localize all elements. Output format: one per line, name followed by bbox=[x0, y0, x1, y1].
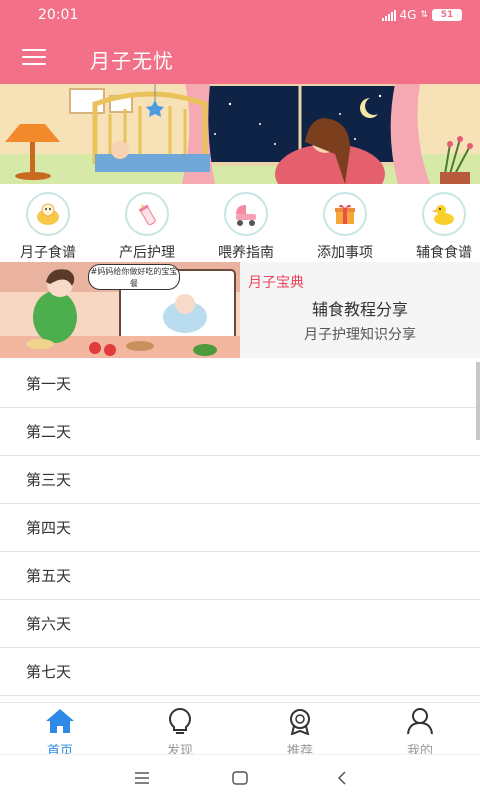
banner-image[interactable] bbox=[0, 84, 480, 184]
baby-food-icon bbox=[26, 192, 70, 236]
promo-title: 辅食教程分享 bbox=[311, 300, 408, 319]
day-list[interactable]: 第一天 第二天 第三天 第四天 第五天 第六天 第七天 bbox=[0, 360, 480, 702]
list-item[interactable]: 第三天 bbox=[0, 456, 480, 504]
quick-item-meal-recipes[interactable]: 月子食谱 bbox=[1, 192, 95, 262]
home-nav-icon[interactable] bbox=[228, 768, 252, 788]
tab-mine[interactable]: 我的 bbox=[360, 705, 480, 759]
list-item[interactable]: 第二天 bbox=[0, 408, 480, 456]
baby-bottle-icon bbox=[125, 192, 169, 236]
speech-bubble: #妈妈给你做好吃的宝宝餐 bbox=[88, 264, 180, 290]
app-bar: 月子无忧 bbox=[0, 32, 480, 84]
tab-discover[interactable]: 发现 bbox=[120, 705, 240, 759]
user-icon bbox=[407, 708, 433, 735]
scrollbar-thumb[interactable] bbox=[476, 362, 480, 440]
list-item[interactable]: 第一天 bbox=[0, 360, 480, 408]
list-item[interactable]: 第五天 bbox=[0, 552, 480, 600]
list-item[interactable]: 第七天 bbox=[0, 648, 480, 696]
tab-home[interactable]: 首页 bbox=[0, 705, 120, 759]
quick-item-complementary-food[interactable]: 辅食食谱 bbox=[397, 192, 480, 262]
signal-icon bbox=[381, 9, 396, 21]
quick-item-add-items[interactable]: 添加事项 bbox=[298, 192, 392, 262]
status-indicators: 4G ⇅ 51 bbox=[381, 8, 462, 22]
promo-card[interactable]: #妈妈给你做好吃的宝宝餐 月子宝典 辅食教程分享 月子护理知识分享 bbox=[0, 262, 480, 358]
list-item[interactable]: 第四天 bbox=[0, 504, 480, 552]
quick-item-postpartum-care[interactable]: 产后护理 bbox=[100, 192, 194, 262]
promo-image: #妈妈给你做好吃的宝宝餐 bbox=[0, 262, 240, 358]
banner-illustration bbox=[0, 84, 480, 184]
award-icon bbox=[290, 709, 310, 736]
menu-button[interactable] bbox=[22, 49, 48, 67]
lightbulb-icon bbox=[169, 707, 191, 734]
quick-item-feeding-guide[interactable]: 喂养指南 bbox=[199, 192, 293, 262]
promo-tag: 月子宝典 bbox=[248, 275, 304, 291]
home-icon bbox=[46, 709, 74, 733]
quick-item-label: 产后护理 bbox=[119, 245, 175, 261]
tab-recommend[interactable]: 推荐 bbox=[240, 705, 360, 759]
status-time: 20:01 bbox=[38, 7, 79, 23]
duck-toy-icon bbox=[422, 192, 466, 236]
back-icon[interactable] bbox=[330, 768, 354, 788]
menu-icon[interactable] bbox=[130, 768, 154, 788]
app-title: 月子无忧 bbox=[90, 49, 174, 73]
system-nav-bar bbox=[0, 754, 480, 800]
quick-item-label: 喂养指南 bbox=[218, 245, 274, 261]
status-bar: 20:01 4G ⇅ 51 bbox=[0, 0, 480, 32]
quick-item-label: 辅食食谱 bbox=[416, 245, 472, 261]
quick-menu: 月子食谱 产后护理 喂养指南 添加事项 辅食食谱 bbox=[0, 188, 480, 262]
battery-icon: 51 bbox=[432, 9, 462, 21]
network-type: 4G bbox=[399, 8, 417, 22]
quick-item-label: 添加事项 bbox=[317, 245, 373, 261]
stroller-icon bbox=[224, 192, 268, 236]
bottom-tab-bar: 首页 发现 推荐 我的 bbox=[0, 702, 480, 759]
promo-subtitle: 月子护理知识分享 bbox=[304, 327, 416, 343]
gift-box-icon bbox=[323, 192, 367, 236]
list-item[interactable]: 第六天 bbox=[0, 600, 480, 648]
quick-item-label: 月子食谱 bbox=[20, 245, 76, 261]
data-arrows-icon: ⇅ bbox=[420, 10, 428, 20]
